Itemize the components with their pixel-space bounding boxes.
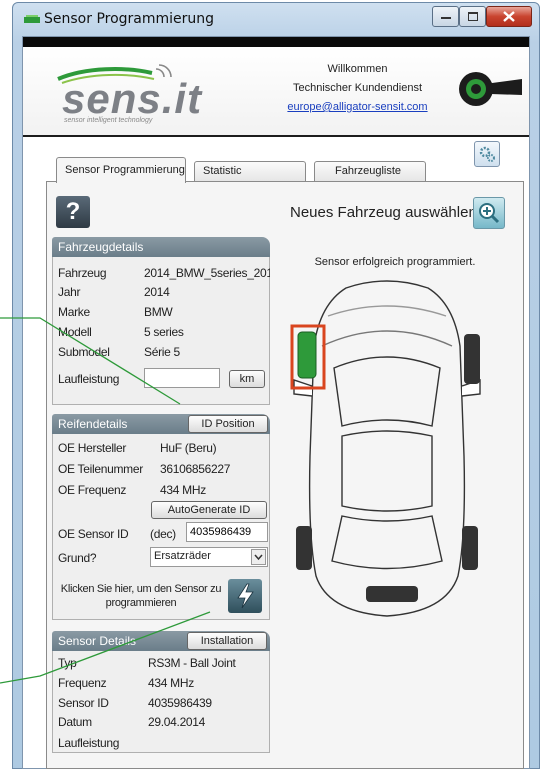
programming-status: Sensor erfolgreich programmiert.	[314, 256, 476, 268]
windshield	[333, 356, 441, 427]
oe-part-number-value: 36106856227	[160, 462, 231, 476]
close-icon	[503, 11, 515, 22]
department-line: Technischer Kundendienst	[292, 82, 423, 94]
close-button[interactable]	[486, 6, 532, 27]
email-link[interactable]: europe@alligator-sensit.com	[270, 98, 445, 117]
wheel-front-right	[464, 334, 480, 384]
new-vehicle-label[interactable]: Neues Fahrzeug auswählen.	[290, 204, 481, 221]
maximize-icon	[467, 12, 478, 21]
installation-button[interactable]: Installation	[187, 632, 267, 650]
sensor-frequency-value: 434 MHz	[148, 676, 194, 690]
sensit-logo: sens.it	[62, 75, 203, 122]
welcome-block: Willkommen Technischer Kundendienst euro…	[270, 60, 445, 117]
submodel-label: Submodel	[58, 345, 110, 359]
wheel-rear-left	[296, 526, 312, 570]
vehicle-value: 2014_BMW_5series_201	[144, 266, 270, 280]
maximize-button[interactable]	[459, 6, 486, 27]
make-value: BMW	[144, 305, 173, 319]
model-value: 5 series	[144, 325, 184, 339]
sensor-id-input[interactable]	[186, 522, 268, 542]
sensor-id-value: 4035986439	[148, 696, 212, 710]
program-sensor-hint: Klicken Sie hier, um den Sensor zu progr…	[60, 583, 222, 609]
reason-select-value: Ersatzräder	[154, 550, 211, 562]
car-diagram	[290, 280, 481, 617]
vehicle-label: Fahrzeug	[58, 266, 107, 280]
sensor-id-label: Sensor ID	[58, 696, 109, 710]
rear-window	[331, 515, 443, 570]
oe-part-number-label: OE Teilenummer	[58, 462, 143, 476]
app-icon	[24, 15, 40, 23]
sensor-type-value: RS3M - Ball Joint	[148, 656, 236, 670]
mileage-label: Laufleistung	[58, 372, 120, 386]
wheel-rear-right	[462, 526, 478, 570]
alligator-logo-icon	[459, 72, 522, 106]
oe-frequency-value: 434 MHz	[160, 483, 206, 497]
sensor-frequency-label: Frequenz	[58, 676, 107, 690]
make-label: Marke	[58, 305, 90, 319]
settings-button[interactable]	[474, 141, 500, 167]
settings-gear-icon	[479, 146, 495, 162]
window-title: Sensor Programmierung	[44, 11, 215, 27]
top-bar	[23, 37, 529, 47]
tab-statistic[interactable]: Statistic	[194, 161, 306, 181]
sensor-mileage-label: Laufleistung	[58, 736, 120, 750]
roof	[341, 430, 433, 512]
welcome-line: Willkommen	[327, 63, 388, 75]
tab-sensor-programmierung[interactable]: Sensor Programmierung	[56, 157, 186, 183]
id-position-button[interactable]: ID Position	[188, 415, 268, 433]
help-button[interactable]: ?	[56, 196, 90, 228]
year-label: Jahr	[58, 285, 81, 299]
new-vehicle-button[interactable]	[473, 197, 505, 229]
oe-manufacturer-label: OE Hersteller	[58, 441, 127, 455]
sensor-type-label: Typ	[58, 656, 77, 670]
lightning-icon	[237, 583, 254, 609]
sensor-id-mode: (dec)	[150, 527, 176, 541]
oe-manufacturer-value: HuF (Beru)	[160, 441, 217, 455]
spare-wheel	[366, 586, 418, 602]
autogenerate-id-button[interactable]: AutoGenerate ID	[151, 501, 267, 519]
minimize-icon	[440, 16, 451, 19]
year-value: 2014	[144, 285, 170, 299]
vehicle-details-header: Fahrzeugdetails	[52, 237, 270, 257]
oe-sensor-id-label: OE Sensor ID	[58, 527, 129, 541]
reason-label: Grund?	[58, 551, 97, 565]
oe-frequency-label: OE Frequenz	[58, 483, 127, 497]
reason-dropdown-button[interactable]	[251, 549, 266, 565]
wheel-front-left	[297, 331, 317, 379]
sensor-date-value: 29.04.2014	[148, 715, 206, 729]
chevron-down-icon	[254, 554, 263, 561]
submodel-value: Série 5	[144, 345, 180, 359]
mileage-unit-button[interactable]: km	[229, 370, 265, 388]
mileage-input[interactable]	[144, 368, 220, 388]
minimize-button[interactable]	[432, 6, 459, 27]
sensor-date-label: Datum	[58, 715, 92, 729]
logo-tagline: sensor intelligent technology	[64, 117, 153, 124]
model-label: Modell	[58, 325, 92, 339]
program-sensor-button[interactable]	[228, 579, 262, 613]
zoom-plus-icon	[479, 203, 500, 224]
tab-fahrzeugliste[interactable]: Fahrzeugliste	[314, 161, 426, 181]
